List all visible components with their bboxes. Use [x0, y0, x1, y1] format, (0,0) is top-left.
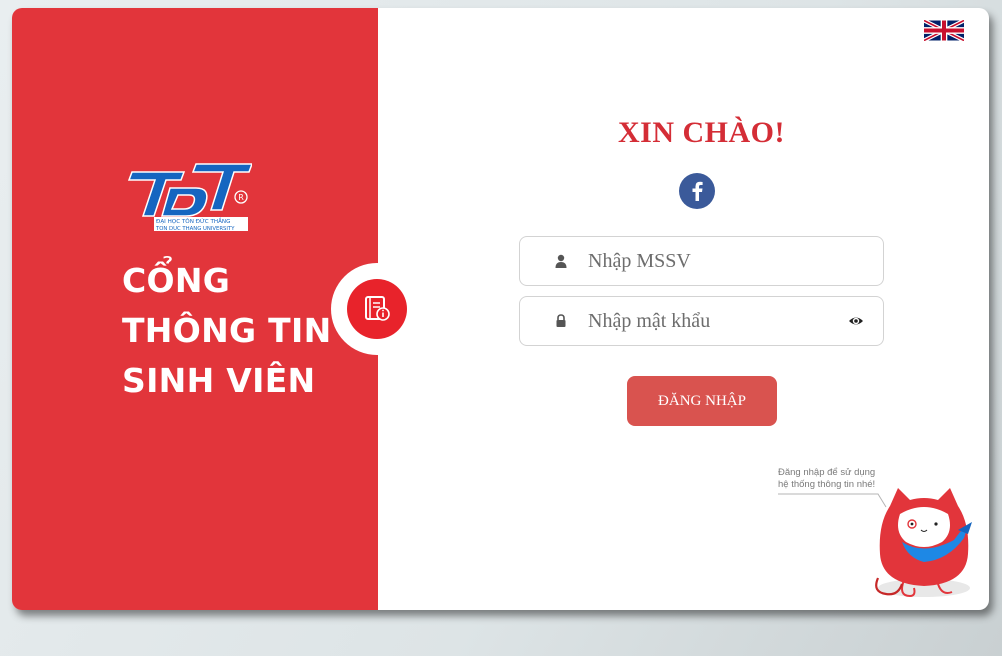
uk-flag-icon[interactable]: [924, 20, 964, 41]
user-icon: [555, 254, 567, 268]
logo-subtitle-vi: ĐẠI HỌC TÔN ĐỨC THẮNG: [156, 217, 230, 225]
password-input[interactable]: [586, 305, 840, 337]
facebook-login-button[interactable]: [679, 173, 715, 209]
tdt-logo: R ĐẠI HỌC TÔN ĐỨC THẮNG TON DUC THANG UN…: [127, 163, 252, 232]
login-card: R ĐẠI HỌC TÔN ĐỨC THẮNG TON DUC THANG UN…: [12, 8, 989, 610]
greeting-heading: XIN CHÀO!: [618, 116, 785, 149]
lock-icon: [556, 314, 566, 327]
cat-mascot: [875, 488, 972, 598]
mascot-note-line-1: Đăng nhập để sử dụng: [778, 467, 876, 478]
brand-panel: R ĐẠI HỌC TÔN ĐỨC THẮNG TON DUC THANG UN…: [12, 8, 378, 610]
facebook-icon: [692, 181, 703, 201]
student-info-icon: [347, 279, 407, 339]
student-id-field[interactable]: [519, 236, 884, 286]
eye-icon[interactable]: [848, 314, 864, 328]
svg-text:R: R: [238, 193, 244, 202]
portal-title: CỔNG THÔNG TIN SINH VIÊN: [122, 256, 362, 406]
login-button[interactable]: ĐĂNG NHẬP: [627, 376, 777, 426]
portal-title-line-1: CỔNG: [122, 261, 231, 300]
logo-subtitle-en: TON DUC THANG UNIVERSITY: [155, 226, 235, 232]
password-field[interactable]: [519, 296, 884, 346]
student-id-input[interactable]: [586, 245, 840, 277]
portal-title-line-2: THÔNG TIN: [122, 311, 332, 350]
portal-title-line-3: SINH VIÊN: [122, 361, 316, 400]
